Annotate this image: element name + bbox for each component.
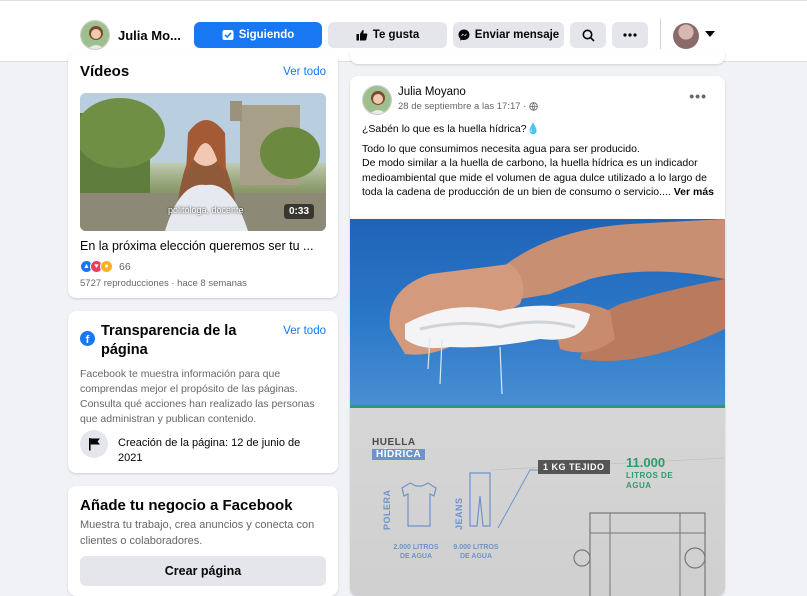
liters-number: 11.000 bbox=[626, 455, 666, 470]
see-more-link[interactable]: Ver más bbox=[674, 186, 714, 198]
video-caption: politóloga, docente bbox=[168, 205, 244, 215]
video-thumbnail[interactable]: politóloga, docente 0:33 bbox=[80, 93, 326, 231]
messenger-icon bbox=[458, 29, 470, 41]
send-message-label: Enviar mensaje bbox=[474, 29, 560, 41]
infographic-drawing bbox=[401, 457, 725, 596]
more-options-button[interactable] bbox=[612, 22, 648, 48]
header-divider bbox=[660, 19, 661, 49]
page-creation-date: Creación de la página: 12 de junio de 20… bbox=[118, 437, 301, 464]
avatar-image bbox=[363, 86, 391, 114]
post-author-name[interactable]: Julia Moyano bbox=[398, 86, 466, 98]
video-title[interactable]: En la próxima elección queremos ser tu .… bbox=[80, 239, 313, 253]
avatar-image bbox=[81, 21, 109, 49]
videos-card: Vídeos Ver todo politóloga, docente 0:33… bbox=[68, 52, 338, 298]
add-business-heading: Añade tu negocio a Facebook bbox=[80, 497, 293, 514]
post-author-avatar[interactable] bbox=[362, 85, 392, 115]
video-duration: 0:33 bbox=[283, 204, 314, 219]
post-text: ¿Sabén lo que es la huella hídrica?💧 Tod… bbox=[362, 122, 717, 205]
post-line-question: ¿Sabén lo que es la huella hídrica?💧 bbox=[362, 123, 540, 135]
videos-see-all-link[interactable]: Ver todo bbox=[283, 66, 326, 78]
transparency-see-all-link[interactable]: Ver todo bbox=[283, 325, 326, 337]
check-icon bbox=[222, 30, 234, 40]
water-footprint-infographic[interactable]: HUELLA HÍDRICA POLERA JEANS 2.000 LITROS… bbox=[350, 408, 725, 596]
like-label: Te gusta bbox=[372, 29, 420, 41]
add-business-description: Muestra tu trabajo, crea anuncios y cone… bbox=[80, 519, 315, 547]
transparency-description: Facebook te muestra información para que… bbox=[80, 368, 315, 425]
post-line-consumption: Todo lo que consumimos necesita agua par… bbox=[362, 142, 640, 155]
post-options-icon[interactable]: ••• bbox=[689, 88, 707, 104]
page-transparency-card: f Transparencia de la página Ver todo Fa… bbox=[68, 311, 338, 473]
facebook-icon: f bbox=[80, 331, 95, 346]
add-business-card: Añade tu negocio a Facebook Muestra tu t… bbox=[68, 486, 338, 596]
post-photo[interactable] bbox=[350, 219, 725, 407]
profile-switcher-avatar[interactable] bbox=[673, 23, 699, 49]
page-avatar[interactable] bbox=[80, 20, 110, 50]
video-reactions[interactable]: ▲ ♥ ● 66 bbox=[80, 260, 131, 273]
transparency-heading: Transparencia de la página bbox=[101, 323, 237, 358]
following-button[interactable]: Siguiendo bbox=[194, 22, 322, 48]
liters-unit: LITROS DE AGUA bbox=[626, 471, 674, 490]
previous-post-card-edge bbox=[350, 52, 725, 64]
flag-icon bbox=[80, 430, 108, 458]
wringing-cloth-photo bbox=[389, 219, 725, 395]
post-definition-text: De modo similar a la huella de carbono, … bbox=[362, 157, 707, 198]
following-label: Siguiendo bbox=[238, 29, 295, 41]
haha-reaction-icon: ● bbox=[100, 260, 113, 273]
jeans-liters: 9.000 LITROS DE AGUA bbox=[453, 544, 499, 560]
videos-heading: Vídeos bbox=[80, 63, 130, 80]
search-icon bbox=[582, 29, 595, 42]
polera-label: POLERA bbox=[382, 489, 392, 530]
globe-icon bbox=[529, 102, 539, 111]
page-name[interactable]: Julia Mo... bbox=[118, 28, 181, 43]
polera-liters: 2.000 LITROS DE AGUA bbox=[393, 544, 439, 560]
search-button[interactable] bbox=[570, 22, 606, 48]
chevron-down-icon[interactable] bbox=[705, 31, 715, 37]
send-message-button[interactable]: Enviar mensaje bbox=[453, 22, 564, 48]
jeans-label: JEANS bbox=[454, 497, 464, 530]
reaction-count: 66 bbox=[119, 260, 131, 273]
like-button[interactable]: Te gusta bbox=[328, 22, 447, 48]
create-page-button[interactable]: Crear página bbox=[80, 556, 326, 586]
flag-glyph bbox=[88, 438, 100, 451]
post-card: Julia Moyano 28 de septiembre a las 17:1… bbox=[350, 76, 725, 596]
video-meta: 5727 reproducciones · hace 8 semanas bbox=[80, 278, 247, 289]
post-timestamp[interactable]: 28 de septiembre a las 17:17 · bbox=[398, 101, 539, 112]
kg-fabric-label: 1 KG TEJIDO bbox=[538, 460, 610, 474]
ellipsis-icon bbox=[623, 33, 637, 37]
post-date-text: 28 de septiembre a las 17:17 · bbox=[398, 101, 527, 112]
thumbs-up-icon bbox=[356, 30, 368, 41]
post-line-definition: De modo similar a la huella de carbono, … bbox=[362, 156, 717, 200]
